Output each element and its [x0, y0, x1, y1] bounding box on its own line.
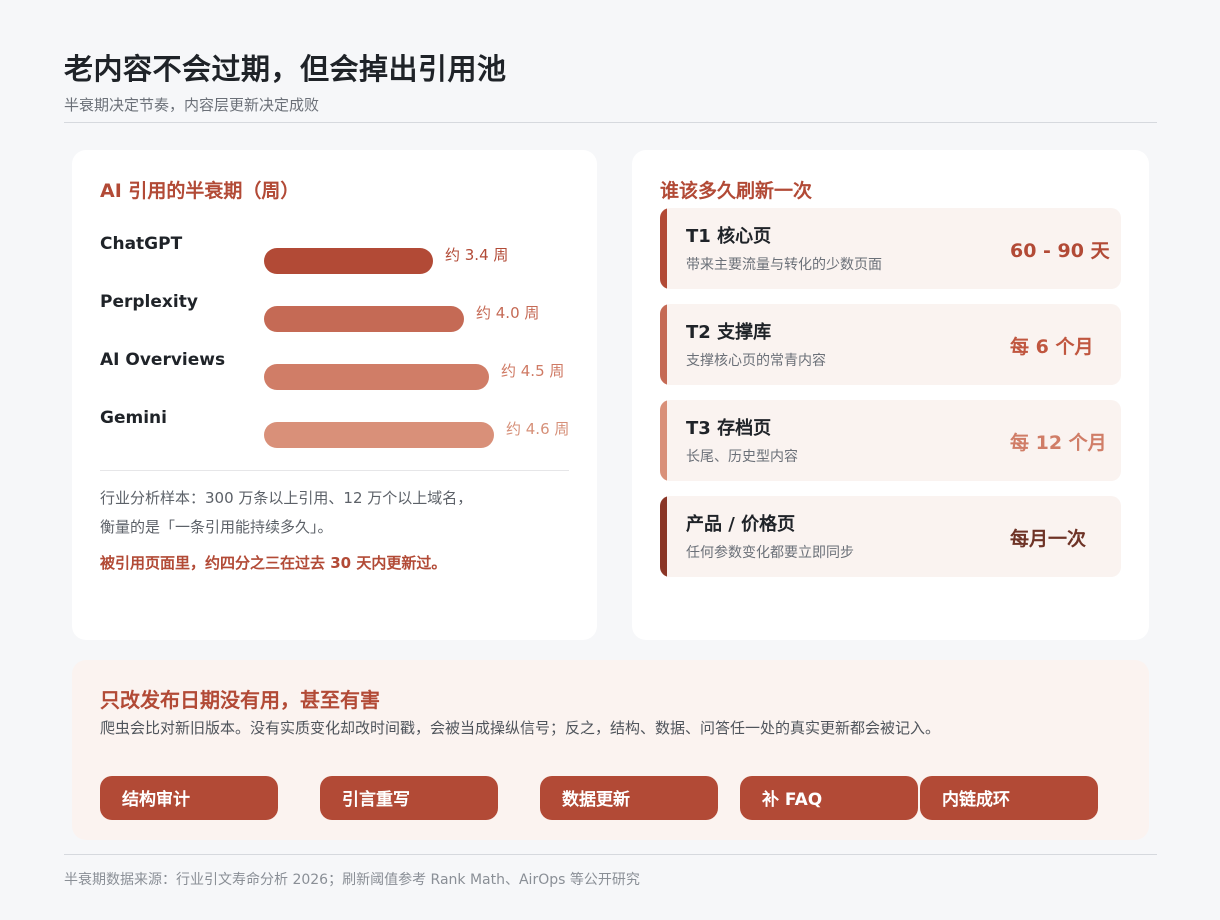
action-add-faq: 补 FAQ	[740, 776, 918, 820]
bar-value-label: 约 4.5 周	[501, 362, 565, 380]
bar-value-label: 约 3.4 周	[445, 246, 509, 264]
tier-desc: 支撑核心页的常青内容	[686, 353, 826, 369]
tier-product-price: 产品 / 价格页 任何参数变化都要立即同步 每月一次	[660, 496, 1121, 577]
tier-t3: T3 存档页 长尾、历史型内容 每 12 个月	[660, 400, 1121, 481]
tier-name: 产品 / 价格页	[686, 514, 796, 535]
page-subtitle: 半衰期决定节奏，内容层更新决定成败	[64, 96, 320, 114]
refresh-card: 谁该多久刷新一次 T1 核心页 带来主要流量与转化的少数页面 60 - 90 天…	[632, 150, 1149, 640]
header-divider	[64, 122, 1157, 123]
page-header: 老内容不会过期，但会掉出引用池 半衰期决定节奏，内容层更新决定成败	[64, 46, 1157, 115]
tier-accent-bar	[660, 400, 667, 481]
tier-frequency: 每 12 个月	[1010, 432, 1107, 454]
bar-track: 约 4.6 周	[264, 420, 584, 448]
bar-gemini	[264, 422, 494, 448]
sample-note-line: 衡量的是「一条引用能持续多久」。	[100, 518, 333, 536]
bar-value-label: 约 4.6 周	[506, 420, 570, 438]
bar-perplexity	[264, 306, 464, 332]
bar-category-label: Perplexity	[100, 292, 198, 312]
tier-accent-bar	[660, 496, 667, 577]
refresh-title: 谁该多久刷新一次	[660, 180, 813, 202]
bar-row-perplexity: Perplexity 约 4.0 周	[100, 292, 580, 332]
tier-accent-bar	[660, 208, 667, 289]
tier-frequency: 60 - 90 天	[1010, 240, 1110, 262]
action-intro-rewrite: 引言重写	[320, 776, 498, 820]
source-footnote: 半衰期数据来源：行业引文寿命分析 2026；刷新阈值参考 Rank Math、A…	[64, 872, 640, 888]
bar-row-ai-overviews: AI Overviews 约 4.5 周	[100, 350, 580, 390]
bar-value-label: 约 4.0 周	[476, 304, 540, 322]
tier-accent-bar	[660, 304, 667, 385]
tier-name: T3 存档页	[686, 418, 772, 439]
bar-ai-overviews	[264, 364, 489, 390]
chart-divider	[100, 470, 569, 471]
bar-track: 约 3.4 周	[264, 246, 584, 274]
bar-row-chatgpt: ChatGPT 约 3.4 周	[100, 234, 580, 274]
action-internal-links: 内链成环	[920, 776, 1098, 820]
tier-name: T1 核心页	[686, 226, 772, 247]
warning-title: 只改发布日期没有用，甚至有害	[100, 688, 380, 712]
tier-name: T2 支撑库	[686, 322, 772, 343]
bar-category-label: AI Overviews	[100, 350, 226, 370]
tier-desc: 带来主要流量与转化的少数页面	[686, 257, 882, 273]
tier-desc: 长尾、历史型内容	[686, 449, 798, 465]
tier-frequency: 每 6 个月	[1010, 336, 1094, 358]
emphasis-note: 被引用页面里，约四分之三在过去 30 天内更新过。	[100, 554, 447, 572]
bar-track: 约 4.0 周	[264, 304, 584, 332]
tier-desc: 任何参数变化都要立即同步	[686, 545, 854, 561]
half-life-card: AI 引用的半衰期（周） ChatGPT 约 3.4 周 Perplexity …	[72, 150, 597, 640]
tier-t2: T2 支撑库 支撑核心页的常青内容 每 6 个月	[660, 304, 1121, 385]
footer-divider	[64, 854, 1157, 855]
sample-note: 行业分析样本：300 万条以上引用、12 万个以上域名， 衡量的是「一条引用能持…	[100, 484, 569, 542]
bar-row-gemini: Gemini 约 4.6 周	[100, 408, 580, 448]
bar-category-label: Gemini	[100, 408, 167, 428]
action-data-update: 数据更新	[540, 776, 718, 820]
tier-t1: T1 核心页 带来主要流量与转化的少数页面 60 - 90 天	[660, 208, 1121, 289]
date-warning-section: 只改发布日期没有用，甚至有害 爬虫会比对新旧版本。没有实质变化却改时间戳，会被当…	[72, 660, 1149, 840]
page-title: 老内容不会过期，但会掉出引用池	[64, 52, 507, 86]
warning-desc: 爬虫会比对新旧版本。没有实质变化却改时间戳，会被当成操纵信号；反之，结构、数据、…	[100, 719, 941, 737]
half-life-title: AI 引用的半衰期（周）	[100, 180, 300, 202]
sample-note-line: 行业分析样本：300 万条以上引用、12 万个以上域名，	[100, 489, 473, 507]
bar-chatgpt	[264, 248, 433, 274]
bar-category-label: ChatGPT	[100, 234, 183, 254]
action-structure-audit: 结构审计	[100, 776, 278, 820]
bar-track: 约 4.5 周	[264, 362, 584, 390]
tier-frequency: 每月一次	[1010, 528, 1087, 550]
